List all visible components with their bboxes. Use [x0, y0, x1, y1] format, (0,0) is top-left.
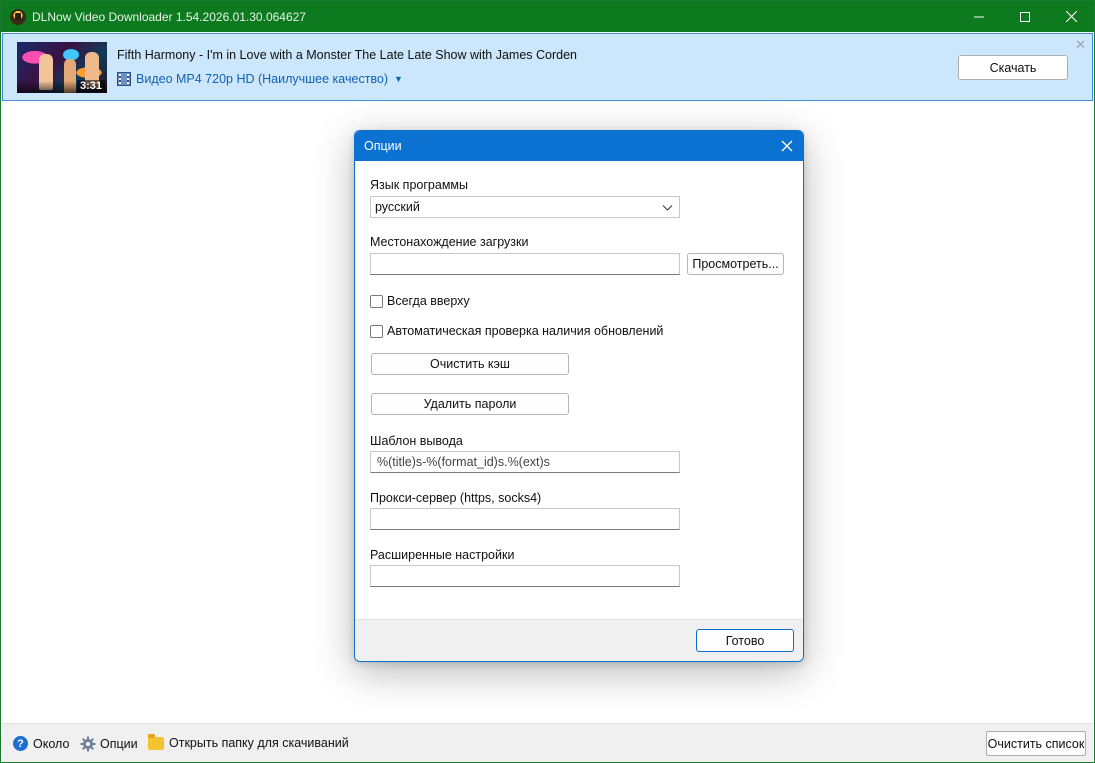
title-bar: DLNow Video Downloader 1.54.2026.01.30.0… — [1, 1, 1094, 32]
always-on-top-option[interactable]: Всегда вверху — [370, 294, 470, 308]
dialog-title: Опции — [364, 139, 402, 153]
browse-button[interactable]: Просмотреть... — [687, 253, 784, 275]
gear-icon — [80, 736, 96, 752]
format-label: Видео MP4 720p HD (Наилучшее качество) — [136, 72, 389, 86]
auto-update-option[interactable]: Автоматическая проверка наличия обновлен… — [370, 324, 663, 338]
help-icon: ? — [13, 736, 28, 751]
advanced-settings-label: Расширенные настройки — [370, 548, 515, 562]
close-icon — [1065, 11, 1077, 22]
window-title: DLNow Video Downloader 1.54.2026.01.30.0… — [32, 9, 306, 24]
dialog-footer: Готово — [355, 619, 803, 661]
done-button[interactable]: Готово — [696, 629, 794, 652]
output-template-label: Шаблон вывода — [370, 434, 463, 448]
download-location-input[interactable] — [370, 253, 680, 275]
video-thumbnail: 3:31 — [17, 42, 107, 93]
chevron-down-icon — [662, 205, 673, 211]
language-select[interactable]: русский — [370, 196, 680, 218]
about-link[interactable]: ? Около — [13, 736, 69, 751]
language-label: Язык программы — [370, 178, 468, 192]
dialog-title-bar: Опции — [355, 131, 803, 161]
dialog-close-icon[interactable] — [779, 138, 795, 154]
video-info-bar: 3:31 Fifth Harmony - I'm in Love with a … — [2, 33, 1093, 101]
download-button[interactable]: Скачать — [958, 55, 1068, 80]
folder-icon — [148, 733, 164, 750]
delete-passwords-button[interactable]: Удалить пароли — [371, 393, 569, 415]
output-template-input[interactable]: %(title)s-%(format_id)s.%(ext)s — [370, 451, 680, 473]
format-selector[interactable]: Видео MP4 720p HD (Наилучшее качество) ▼ — [117, 72, 403, 86]
about-label: Около — [33, 736, 70, 751]
clear-cache-button[interactable]: Очистить кэш — [371, 353, 569, 375]
options-link[interactable]: Опции — [80, 736, 138, 752]
video-title: Fifth Harmony - I'm in Love with a Monst… — [117, 48, 577, 62]
close-infobar-icon[interactable]: ✕ — [1075, 37, 1086, 53]
video-duration: 3:31 — [76, 80, 105, 92]
advanced-settings-input[interactable] — [370, 565, 680, 587]
window-controls — [956, 1, 1094, 32]
close-window-button[interactable] — [1048, 1, 1094, 32]
language-value: русский — [375, 200, 420, 214]
app-logo-icon — [10, 8, 26, 25]
options-label: Опции — [100, 737, 138, 751]
maximize-icon — [1020, 11, 1030, 22]
maximize-button[interactable] — [1002, 1, 1048, 32]
app-window: DLNow Video Downloader 1.54.2026.01.30.0… — [0, 0, 1095, 763]
dialog-body: Язык программы русский Местонахождение з… — [355, 161, 803, 619]
minimize-icon — [974, 16, 984, 17]
open-folder-link[interactable]: Открыть папку для скачиваний — [148, 733, 349, 750]
proxy-input[interactable] — [370, 508, 680, 530]
clear-list-button[interactable]: Очистить список — [986, 731, 1086, 756]
open-folder-label: Открыть папку для скачиваний — [169, 736, 349, 750]
chevron-down-icon: ▼ — [394, 74, 403, 84]
film-icon — [117, 72, 131, 86]
options-dialog: Опции Язык программы русский Местонахожд… — [354, 130, 804, 662]
proxy-label: Прокси-сервер (https, socks4) — [370, 491, 542, 505]
always-on-top-checkbox[interactable] — [370, 294, 383, 308]
status-bar: ? Около Опции Открыть папку для скачиван… — [2, 723, 1093, 762]
auto-update-checkbox[interactable] — [370, 324, 383, 338]
minimize-button[interactable] — [956, 1, 1002, 32]
download-location-label: Местонахождение загрузки — [370, 235, 529, 249]
auto-update-label: Автоматическая проверка наличия обновлен… — [387, 324, 664, 338]
always-on-top-label: Всегда вверху — [387, 294, 470, 308]
